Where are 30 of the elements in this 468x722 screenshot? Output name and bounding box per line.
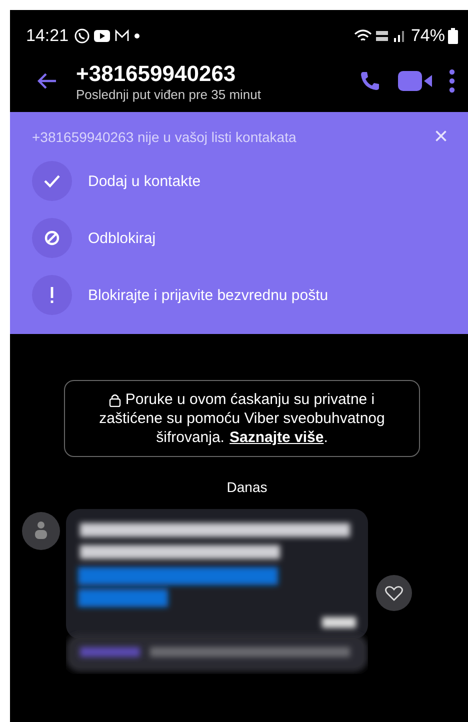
wifi-icon <box>354 29 372 43</box>
learn-more-link[interactable]: Saznajte više <box>229 428 324 447</box>
mail-icon <box>114 29 130 43</box>
lock-icon <box>109 392 122 406</box>
call-icon[interactable] <box>358 69 382 93</box>
block-icon[interactable] <box>32 218 72 258</box>
last-seen-text: Poslednji put viđen pre 35 minut <box>76 86 262 102</box>
action-link[interactable]: Blokirajte i prijavite bezvrednu poštu <box>88 286 328 304</box>
action-link[interactable]: Dodaj u kontakte <box>88 172 201 190</box>
battery-icon <box>448 28 458 44</box>
battery-percent: 74% <box>410 26 445 46</box>
notice-text: Poruke u ovom ćaskanju su privatne i <box>125 390 375 409</box>
more-icon[interactable] <box>448 68 456 94</box>
phone-bubble-icon <box>74 28 90 44</box>
notice-text: zaštićene su pomoću Viber sveobuhvatnog <box>99 409 385 428</box>
close-button[interactable]: × <box>430 123 452 152</box>
notice-text: šifrovanja. <box>156 428 224 447</box>
banner-title: +381659940263 nije u vašoj listi kontakata <box>32 129 296 146</box>
video-call-icon[interactable] <box>396 69 434 93</box>
signal-icon <box>392 29 406 43</box>
contact-number: +381659940263 <box>76 60 237 86</box>
action-link[interactable]: Odblokiraj <box>88 230 156 247</box>
status-time: 14:21 <box>26 26 69 46</box>
notice-end: . <box>324 428 328 447</box>
dot-icon <box>132 32 141 40</box>
check-icon[interactable] <box>32 161 72 202</box>
avatar-icon <box>22 512 60 550</box>
back-icon[interactable] <box>36 72 58 90</box>
video-icon <box>92 29 111 43</box>
date-divider: Danas <box>226 479 268 495</box>
